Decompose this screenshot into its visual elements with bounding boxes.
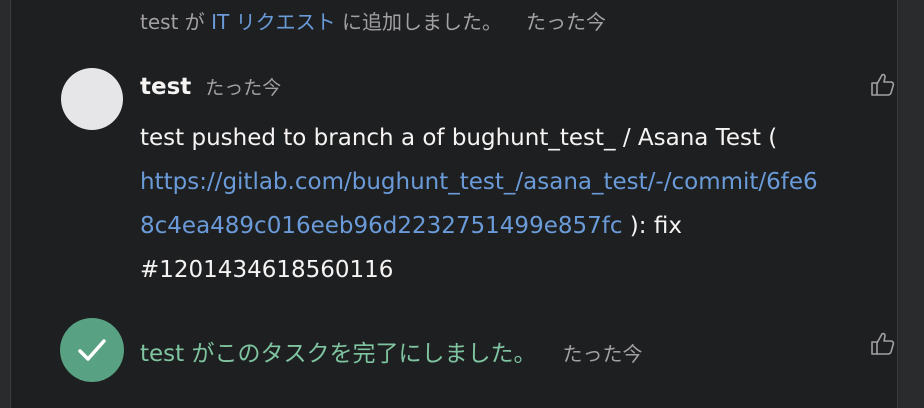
thumbs-up-icon[interactable]	[870, 330, 896, 356]
completion-action: がこのタスクを完了にしました。	[184, 341, 537, 367]
completion-timestamp: たった今	[562, 342, 643, 366]
task-activity-feed: test が IT リクエスト に追加しました。 たった今 test たった今 te…	[0, 0, 924, 408]
checkmark-icon	[78, 339, 106, 361]
completion-actor[interactable]: test	[140, 341, 184, 367]
story-timestamp: たった今	[525, 10, 606, 34]
story-added-to-project: test が IT リクエスト に追加しました。 たった今	[140, 6, 606, 35]
story-suffix-text: に追加しました。	[335, 10, 502, 34]
thumbs-up-icon[interactable]	[870, 71, 896, 97]
avatar[interactable]	[61, 68, 123, 130]
story-actor[interactable]: test	[140, 10, 178, 34]
comment-timestamp: たった今	[205, 77, 282, 99]
commit-link[interactable]: https://gitlab.com/bughunt_test_/asana_t…	[140, 160, 900, 204]
comment-fix-text: ): fix	[622, 213, 682, 239]
comment-text-line: test pushed to branch a of bughunt_test_…	[140, 125, 778, 151]
story-middle-text: が	[178, 10, 212, 34]
story-task-completed: test がこのタスクを完了にしました。 たった今	[140, 334, 642, 368]
comment-header: test たった今	[140, 73, 281, 100]
comment-task-reference: #1201434618560116	[140, 257, 394, 283]
project-link[interactable]: IT リクエスト	[211, 10, 335, 34]
commit-link-continued[interactable]: 8c4ea489c016eeb96d2232751499e857fc	[140, 213, 623, 239]
comment-body: test pushed to branch a of bughunt_test_…	[140, 116, 900, 292]
comment-author[interactable]: test	[140, 74, 191, 100]
comment-text-line: 8c4ea489c016eeb96d2232751499e857fc ): fi…	[140, 204, 900, 248]
completed-check-badge	[60, 318, 124, 382]
left-pane-edge	[0, 0, 11, 408]
right-scroll-edge[interactable]	[897, 0, 924, 408]
